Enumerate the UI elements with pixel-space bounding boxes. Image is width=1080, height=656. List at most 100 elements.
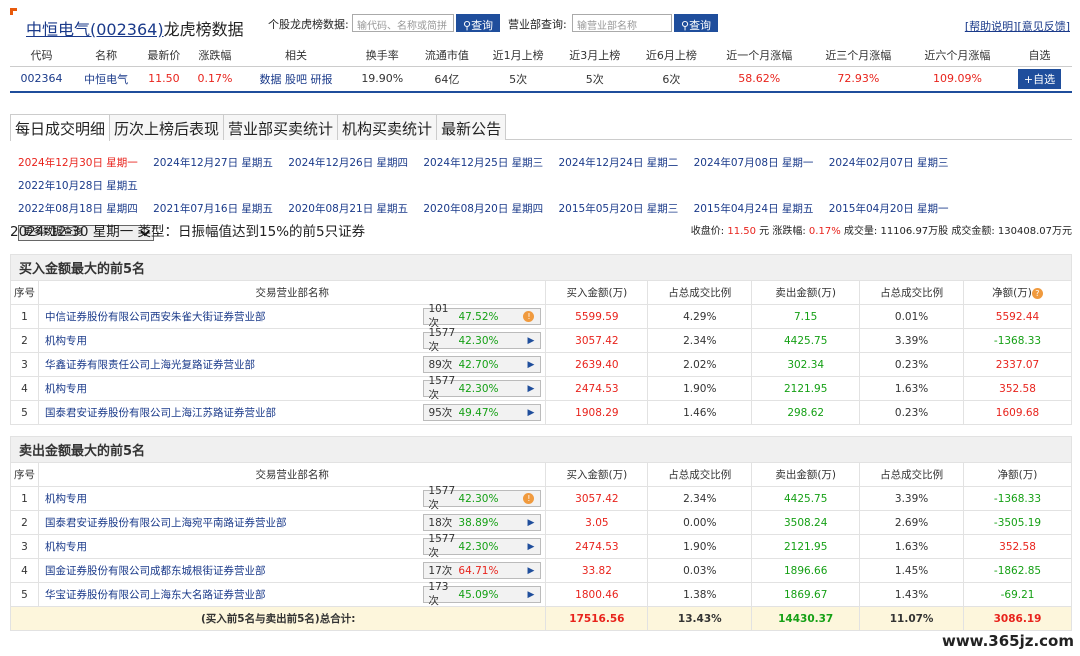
tab-announcements[interactable]: 最新公告 xyxy=(436,114,507,140)
date-link[interactable]: 2020年08月20日 星期四 xyxy=(423,198,543,221)
buy-amount: 1908.29 xyxy=(545,400,649,425)
date-link[interactable]: 2020年08月21日 星期五 xyxy=(288,198,408,221)
broker-stat-box[interactable]: 173次 45.09% ▶ xyxy=(423,581,542,607)
amount: 130408.07万元 xyxy=(997,226,1072,237)
net-amount: -1368.33 xyxy=(963,328,1072,353)
turnover: 19.90% xyxy=(350,66,414,93)
play-arrow-icon: ▶ xyxy=(527,335,535,346)
sell-amount: 7.15 xyxy=(751,304,861,329)
broker-stat-box[interactable]: 1577次 42.30% ▶ xyxy=(423,533,542,559)
info-icon[interactable]: ! xyxy=(523,493,535,504)
broker-name-link[interactable]: 机构专用 xyxy=(45,381,87,396)
broker-name-link[interactable]: 华宝证券股份有限公司上海东大名路证券营业部 xyxy=(45,587,266,602)
report-link[interactable]: 研报 xyxy=(310,73,332,86)
search-icon: ⚲ xyxy=(681,19,690,32)
info-icon[interactable]: ! xyxy=(523,311,535,322)
tab-dept-stats[interactable]: 营业部买卖统计 xyxy=(223,114,339,140)
gain-1m: 58.62% xyxy=(709,66,809,93)
stock-search-input[interactable]: 输代码、名称或简拼 xyxy=(352,14,454,32)
feedback-link[interactable]: [意见反馈] xyxy=(1017,20,1070,33)
table-row: 2 国泰君安证券股份有限公司上海宛平南路证券营业部 18次 38.89% ▶ 3.05 0.… xyxy=(10,510,1072,535)
broker-stat-box[interactable]: 17次 64.71% ▶ xyxy=(423,562,542,579)
date-link[interactable]: 2021年07月16日 星期五 xyxy=(153,198,273,221)
buy-amount: 3057.42 xyxy=(545,328,649,353)
broker-name-link[interactable]: 国泰君安证券股份有限公司上海江苏路证券营业部 xyxy=(45,405,276,420)
stock-info-table: 代码 名称 最新价 涨跌幅 相关 换手率 流通市值 近1月上榜 近3月上榜 近6… xyxy=(10,44,1072,93)
tab-daily-detail[interactable]: 每日成交明细 xyxy=(10,114,111,141)
col-header: 交易营业部名称 xyxy=(37,280,547,305)
stock-title-link[interactable]: 中恒电气(002364) xyxy=(26,20,164,39)
buy-amount: 3.05 xyxy=(545,510,649,535)
date-link[interactable]: 2015年04月20日 星期一 xyxy=(829,198,949,221)
win-rate: 47.52% xyxy=(458,310,499,323)
stock-code-link[interactable]: 002364 xyxy=(21,72,63,85)
col-header: 近6月上榜 xyxy=(633,44,710,67)
buy-pct: 1.90% xyxy=(647,376,753,401)
broker-name-link[interactable]: 国金证券股份有限公司成都东城根街证券营业部 xyxy=(45,563,266,578)
listed-3m: 5次 xyxy=(556,66,634,93)
broker-name-link[interactable]: 机构专用 xyxy=(45,333,87,348)
tab-history[interactable]: 历次上榜后表现 xyxy=(109,114,225,140)
total-buy: 17516.56 xyxy=(545,606,649,631)
gain-3m: 72.93% xyxy=(808,66,908,93)
buy-amount: 1800.46 xyxy=(545,582,649,607)
col-header: 近三个月涨幅 xyxy=(808,44,908,67)
win-rate: 64.71% xyxy=(458,564,499,577)
date-link[interactable]: 2015年04月24日 星期五 xyxy=(694,198,814,221)
total-label: (买入前5名与卖出前5名)总合计: xyxy=(9,606,547,631)
sell-amount: 1896.66 xyxy=(751,558,861,583)
date-link[interactable]: 2015年05月20日 星期三 xyxy=(559,198,679,221)
stock-query-button[interactable]: ⚲查询 xyxy=(456,14,501,32)
date-link[interactable]: 2024年07月08日 星期一 xyxy=(694,152,814,175)
date-link[interactable]: 2024年12月26日 星期四 xyxy=(288,152,408,175)
play-arrow-icon: ▶ xyxy=(527,407,535,418)
row-index: 1 xyxy=(10,304,39,329)
add-watchlist-button[interactable]: +自选 xyxy=(1017,68,1062,89)
stock-name-link[interactable]: 中恒电气 xyxy=(84,73,128,86)
total-sell-pct: 11.07% xyxy=(859,606,965,631)
broker-name-link[interactable]: 机构专用 xyxy=(45,539,87,554)
total-row: (买入前5名与卖出前5名)总合计: 17516.56 13.43% 14430.… xyxy=(9,606,1072,631)
total-sell: 14430.37 xyxy=(751,606,861,631)
play-arrow-icon: ▶ xyxy=(527,541,535,552)
win-rate: 38.89% xyxy=(458,516,499,529)
broker-stat-box[interactable]: 89次 42.70% ▶ xyxy=(423,356,542,373)
summary-title: 2024-12-30 星期一 类型：日振幅值达到15%的前5只证券 xyxy=(10,224,366,240)
broker-stat-box[interactable]: 1577次 42.30% ▶ xyxy=(423,327,542,353)
broker-stat-box[interactable]: 101次 47.52%! xyxy=(423,303,542,329)
broker-stat-box[interactable]: 1577次 42.30%! xyxy=(423,485,542,511)
row-index: 2 xyxy=(10,328,39,353)
table-row: 1 中信证券股份有限公司西安朱雀大街证券营业部 101次 47.52%! 5599.59… xyxy=(10,303,1072,329)
date-link[interactable]: 2024年12月27日 星期五 xyxy=(153,152,273,175)
broker-stat-box[interactable]: 95次 49.47% ▶ xyxy=(423,404,542,421)
dept-query-button[interactable]: ⚲查询 xyxy=(674,14,719,32)
date-link[interactable]: 2024年12月30日 星期一 xyxy=(18,152,138,175)
broker-name-link[interactable]: 机构专用 xyxy=(45,491,87,506)
row-index: 3 xyxy=(10,352,39,377)
broker-name-link[interactable]: 国泰君安证券股份有限公司上海宛平南路证券营业部 xyxy=(45,515,287,530)
broker-stat-box[interactable]: 18次 38.89% ▶ xyxy=(423,514,542,531)
date-link[interactable]: 2024年12月25日 星期三 xyxy=(423,152,543,175)
table-row: 3 华鑫证券有限责任公司上海光复路证券营业部 89次 42.70% ▶ 2639.40 2.… xyxy=(10,352,1072,377)
date-link[interactable]: 2024年12月24日 星期二 xyxy=(559,152,679,175)
net-amount: 352.58 xyxy=(963,534,1072,559)
search-icon: ⚲ xyxy=(463,19,472,32)
date-link[interactable]: 2022年10月28日 星期五 xyxy=(18,175,138,198)
broker-stat-box[interactable]: 1577次 42.30% ▶ xyxy=(423,375,542,401)
listed-count: 1577次 xyxy=(428,327,456,353)
date-link[interactable]: 2022年08月18日 星期四 xyxy=(18,198,138,221)
col-header: 交易营业部名称 xyxy=(37,462,547,487)
broker-name-link[interactable]: 中信证券股份有限公司西安朱雀大街证券营业部 xyxy=(45,309,266,324)
date-link[interactable]: 2024年02月07日 星期三 xyxy=(829,152,949,175)
dept-search-input[interactable]: 输营业部名称 xyxy=(572,14,672,32)
guba-link[interactable]: 股吧 xyxy=(285,73,307,86)
broker-name-link[interactable]: 华鑫证券有限责任公司上海光复路证券营业部 xyxy=(45,357,255,372)
tab-inst-stats[interactable]: 机构买卖统计 xyxy=(337,114,438,140)
data-link[interactable]: 数据 xyxy=(259,73,281,86)
play-arrow-icon: ▶ xyxy=(527,383,535,394)
section-title-buy: 买入金额最大的前5名 xyxy=(10,254,1072,281)
header: 中恒电气(002364)龙虎榜数据 个股龙虎榜数据: 输代码、名称或简拼 ⚲查询… xyxy=(0,10,1080,40)
help-icon[interactable]: ? xyxy=(1031,287,1043,299)
sell-pct: 3.39% xyxy=(859,328,965,353)
help-link[interactable]: [帮助说明] xyxy=(965,20,1018,33)
